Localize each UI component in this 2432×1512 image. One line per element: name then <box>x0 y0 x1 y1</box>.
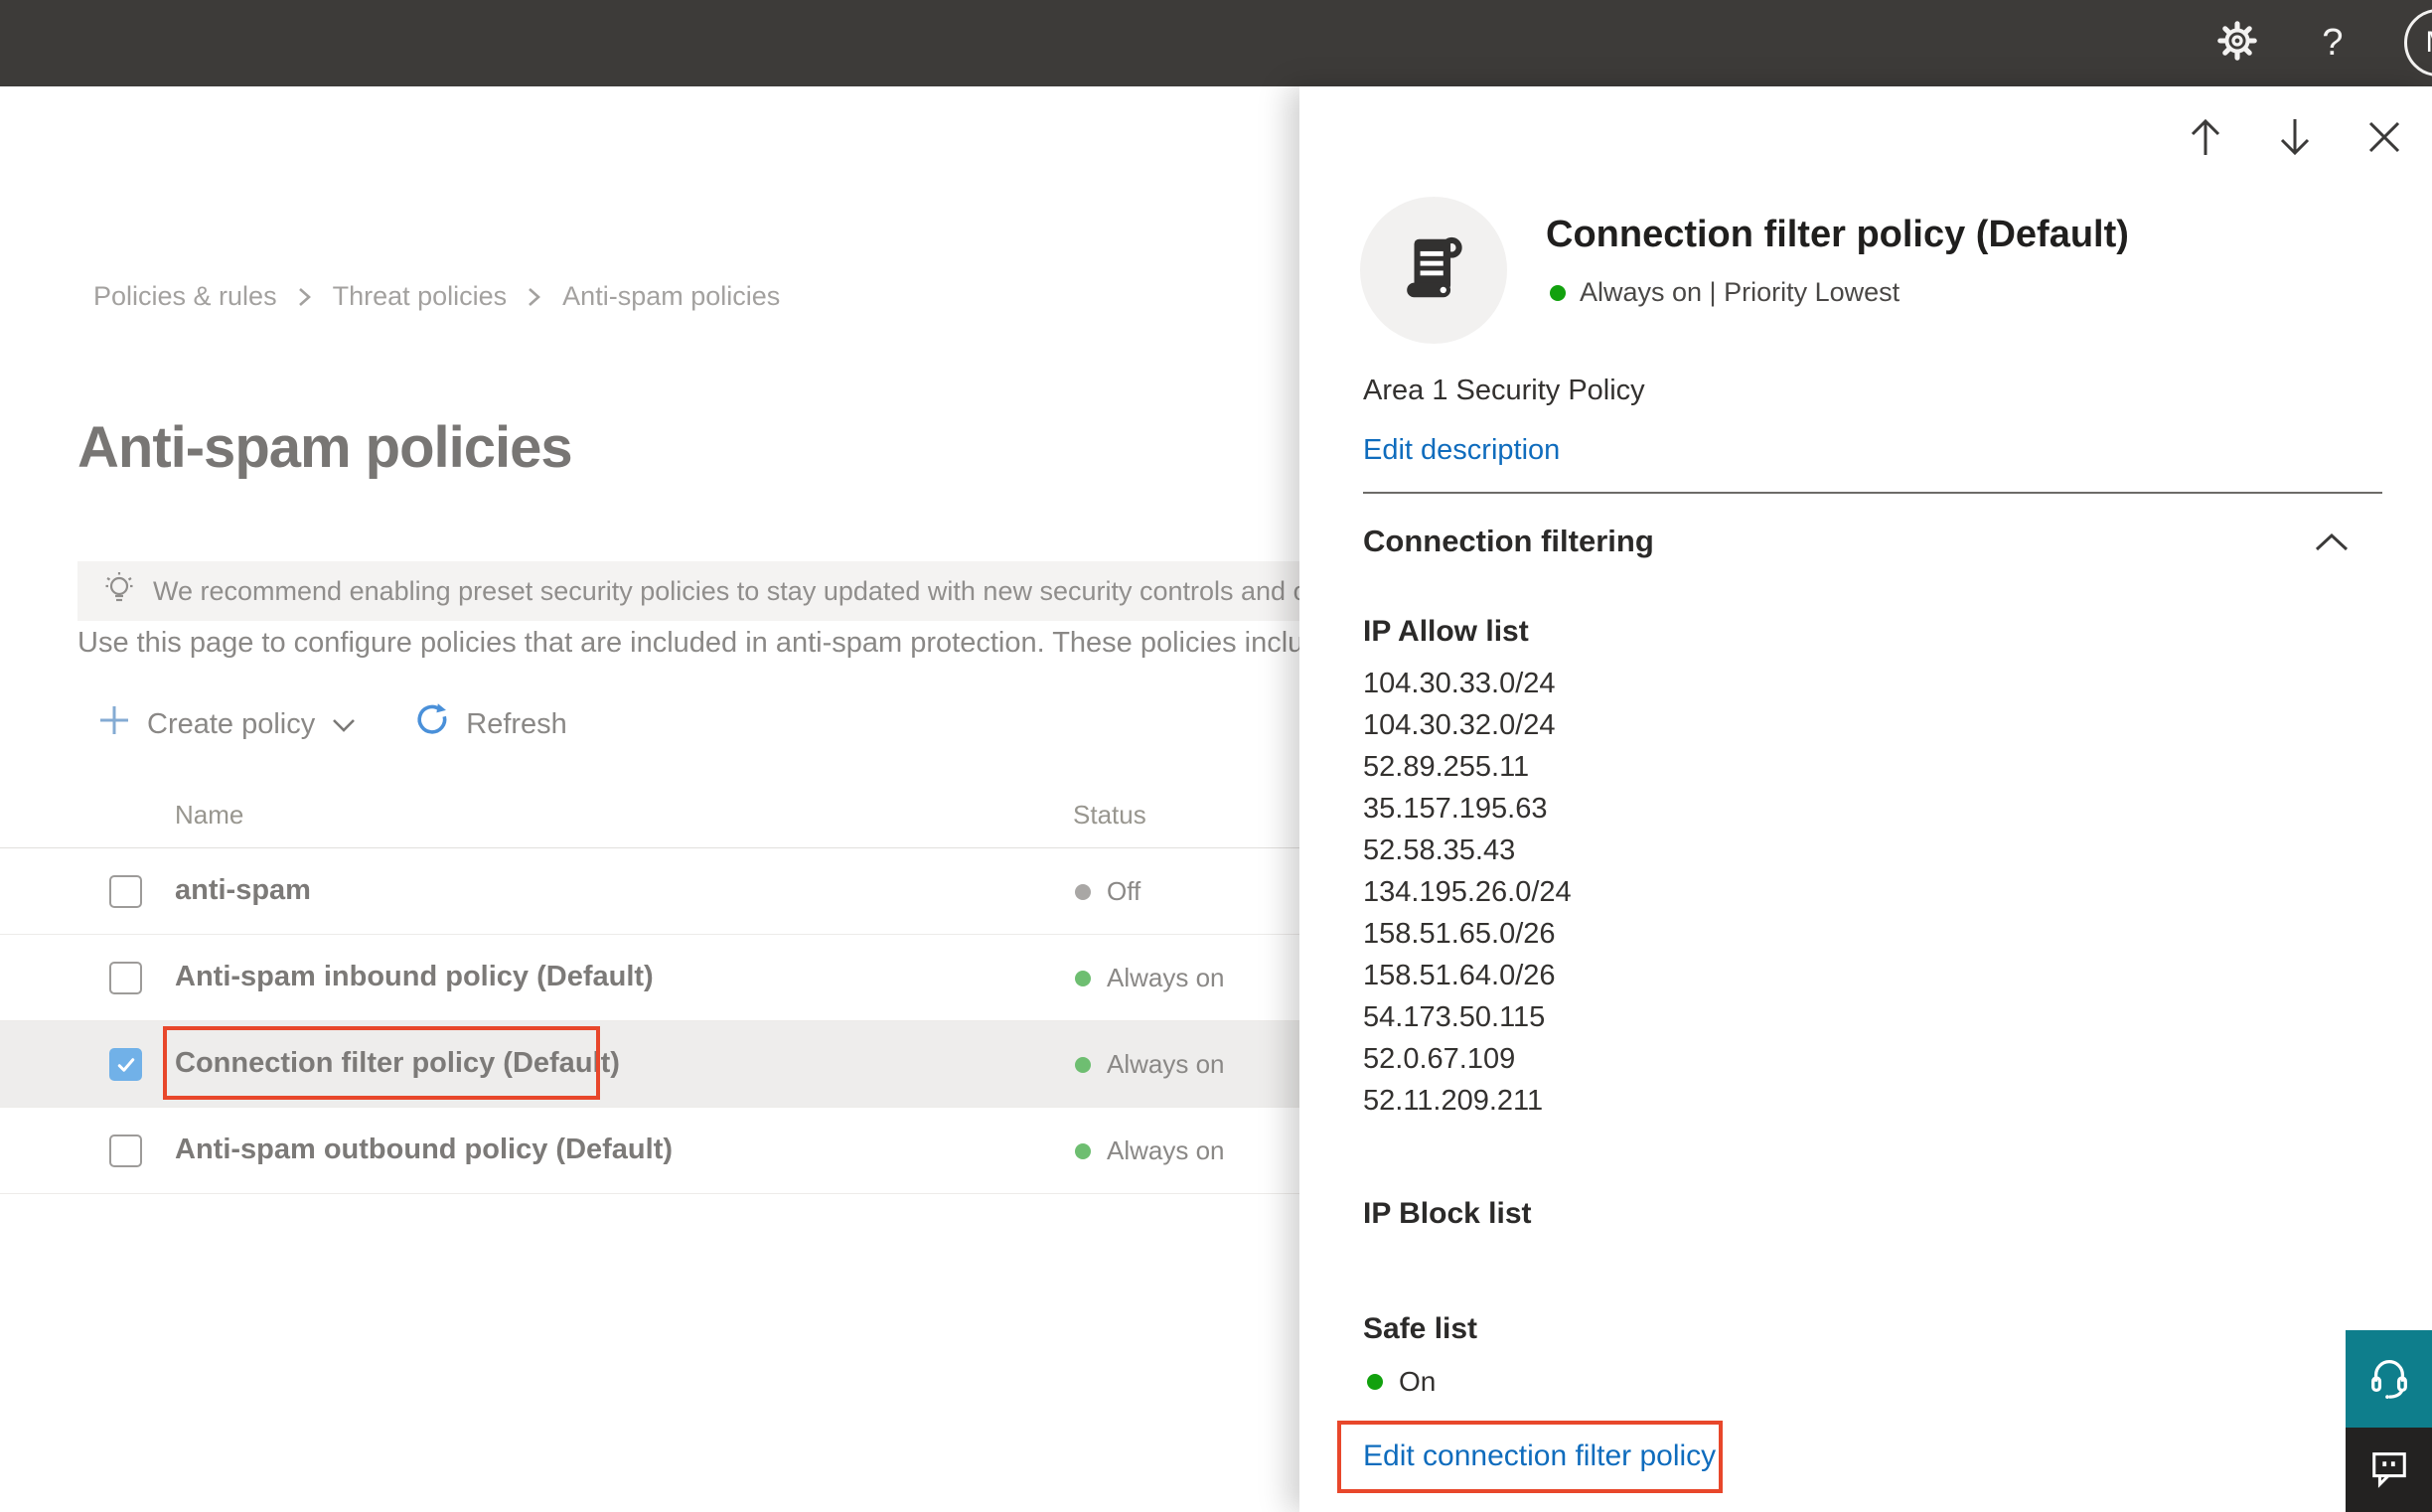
row-checkbox[interactable] <box>109 875 142 908</box>
topbar: ? M <box>0 0 2432 86</box>
policy-avatar <box>1360 197 1507 344</box>
help-button[interactable]: ? <box>2303 0 2362 86</box>
refresh-label: Refresh <box>466 707 567 740</box>
panel-status-line: Always on | Priority Lowest <box>1550 277 1900 308</box>
ip-entry: 35.157.195.63 <box>1363 793 1548 825</box>
ip-entry: 104.30.32.0/24 <box>1363 709 1556 741</box>
status-dot-green <box>1075 970 1091 986</box>
close-icon <box>2365 118 2403 161</box>
policy-name: anti-spam <box>175 874 311 906</box>
breadcrumb-policies-rules[interactable]: Policies & rules <box>93 281 277 312</box>
feedback-button[interactable] <box>2346 1428 2432 1512</box>
section-title: Connection filtering <box>1363 524 1654 558</box>
scroll-policy-icon <box>1395 227 1472 314</box>
ip-entry: 52.89.255.11 <box>1363 751 1530 783</box>
previous-item-button[interactable] <box>2178 111 2233 167</box>
status-label: Always on <box>1107 1049 1225 1079</box>
column-header-status[interactable]: Status <box>1073 800 1146 831</box>
settings-button[interactable] <box>2207 0 2267 86</box>
refresh-icon <box>414 702 450 746</box>
divider <box>1363 492 2382 494</box>
main-content: Policies & rules Threat policies Anti-sp… <box>0 86 1299 1512</box>
ip-entry: 52.0.67.109 <box>1363 1043 1516 1075</box>
headset-icon <box>2366 1353 2412 1406</box>
status-dot-gray <box>1075 883 1091 900</box>
account-avatar[interactable]: M <box>2404 9 2432 76</box>
refresh-button[interactable]: Refresh <box>414 702 567 746</box>
edit-description-link[interactable]: Edit description <box>1363 434 1560 467</box>
create-policy-label: Create policy <box>147 707 316 740</box>
close-panel-button[interactable] <box>2356 111 2412 167</box>
ip-allow-list-title: IP Allow list <box>1363 615 1529 648</box>
recommendation-banner: We recommend enabling preset security po… <box>77 561 1299 621</box>
status-dot-green <box>1075 1142 1091 1159</box>
policy-status: Always on <box>1075 963 1225 993</box>
table-row[interactable]: Anti-spam inbound policy (Default) Alway… <box>0 935 1299 1021</box>
policy-status: Off <box>1075 876 1140 907</box>
ip-entry: 52.58.35.43 <box>1363 834 1516 866</box>
chevron-right-icon <box>297 285 313 309</box>
table-header: Name Status <box>0 782 1299 848</box>
breadcrumb-threat-policies[interactable]: Threat policies <box>333 281 508 312</box>
panel-title: Connection filter policy (Default) <box>1546 214 2129 255</box>
arrow-up-icon <box>2186 115 2225 164</box>
status-dot-green <box>1550 284 1566 301</box>
row-checkbox-checked[interactable] <box>109 1048 142 1081</box>
breadcrumb-anti-spam-policies[interactable]: Anti-spam policies <box>562 281 780 312</box>
edit-connection-filter-policy-link[interactable]: Edit connection filter policy <box>1363 1439 1716 1473</box>
status-dot-green <box>1367 1374 1383 1390</box>
table-row-selected[interactable]: Connection filter policy (Default) Alway… <box>0 1021 1299 1108</box>
ip-entry: 158.51.65.0/26 <box>1363 918 1556 950</box>
ip-allow-list: 104.30.33.0/24 104.30.32.0/24 52.89.255.… <box>1363 663 1572 1122</box>
support-button[interactable] <box>2346 1330 2432 1428</box>
lightbulb-icon <box>101 569 137 614</box>
ip-entry: 134.195.26.0/24 <box>1363 876 1572 908</box>
gear-icon <box>2217 21 2257 66</box>
arrow-down-icon <box>2275 115 2315 164</box>
screen: ? M Policies & rules Threat policies Ant… <box>0 0 2432 1512</box>
ip-entry: 158.51.64.0/26 <box>1363 960 1556 991</box>
avatar-initial: M <box>2426 26 2432 60</box>
safe-list-status-label: On <box>1399 1366 1437 1397</box>
safe-list-status: On <box>1367 1366 1436 1398</box>
panel-status-text: Always on | Priority Lowest <box>1580 277 1900 307</box>
policy-name: Connection filter policy (Default) <box>175 1047 620 1079</box>
ip-entry: 104.30.33.0/24 <box>1363 668 1556 699</box>
next-item-button[interactable] <box>2267 111 2323 167</box>
column-header-name[interactable]: Name <box>175 800 243 831</box>
connection-filtering-section-header[interactable]: Connection filtering <box>1363 524 2382 573</box>
chevron-up-icon <box>2313 531 2351 558</box>
policy-status: Always on <box>1075 1049 1225 1080</box>
policy-name: Anti-spam inbound policy (Default) <box>175 961 654 992</box>
row-checkbox[interactable] <box>109 1134 142 1167</box>
status-label: Always on <box>1107 963 1225 992</box>
policy-description: Area 1 Security Policy <box>1363 375 1645 406</box>
ip-block-list-title: IP Block list <box>1363 1197 1532 1230</box>
intro-text: Use this page to configure policies that… <box>77 627 1299 659</box>
panel-navigation <box>2178 111 2412 167</box>
policy-status: Always on <box>1075 1135 1225 1166</box>
table-row[interactable]: Anti-spam outbound policy (Default) Alwa… <box>0 1108 1299 1194</box>
status-dot-green <box>1075 1056 1091 1073</box>
row-checkbox[interactable] <box>109 962 142 994</box>
details-flyout-panel: Connection filter policy (Default) Alway… <box>1299 86 2432 1512</box>
chevron-down-icon <box>331 708 357 741</box>
question-mark-icon: ? <box>2322 22 2344 64</box>
ip-entry: 54.173.50.115 <box>1363 1001 1546 1033</box>
status-label: Off <box>1107 876 1141 906</box>
breadcrumb: Policies & rules Threat policies Anti-sp… <box>93 281 780 312</box>
chat-bubble-icon <box>2368 1446 2410 1493</box>
safe-list-title: Safe list <box>1363 1312 1478 1345</box>
policy-name: Anti-spam outbound policy (Default) <box>175 1134 674 1165</box>
page-title: Anti-spam policies <box>77 415 573 480</box>
policy-table: anti-spam Off Anti-spam inbound policy (… <box>0 848 1299 1194</box>
plus-icon <box>97 703 131 745</box>
table-row[interactable]: anti-spam Off <box>0 848 1299 935</box>
create-policy-button[interactable]: Create policy <box>97 703 357 745</box>
toolbar: Create policy Refresh <box>97 692 567 756</box>
status-label: Always on <box>1107 1135 1225 1165</box>
banner-text: We recommend enabling preset security po… <box>153 575 1299 606</box>
ip-entry: 52.11.209.211 <box>1363 1085 1544 1117</box>
chevron-right-icon <box>527 285 542 309</box>
